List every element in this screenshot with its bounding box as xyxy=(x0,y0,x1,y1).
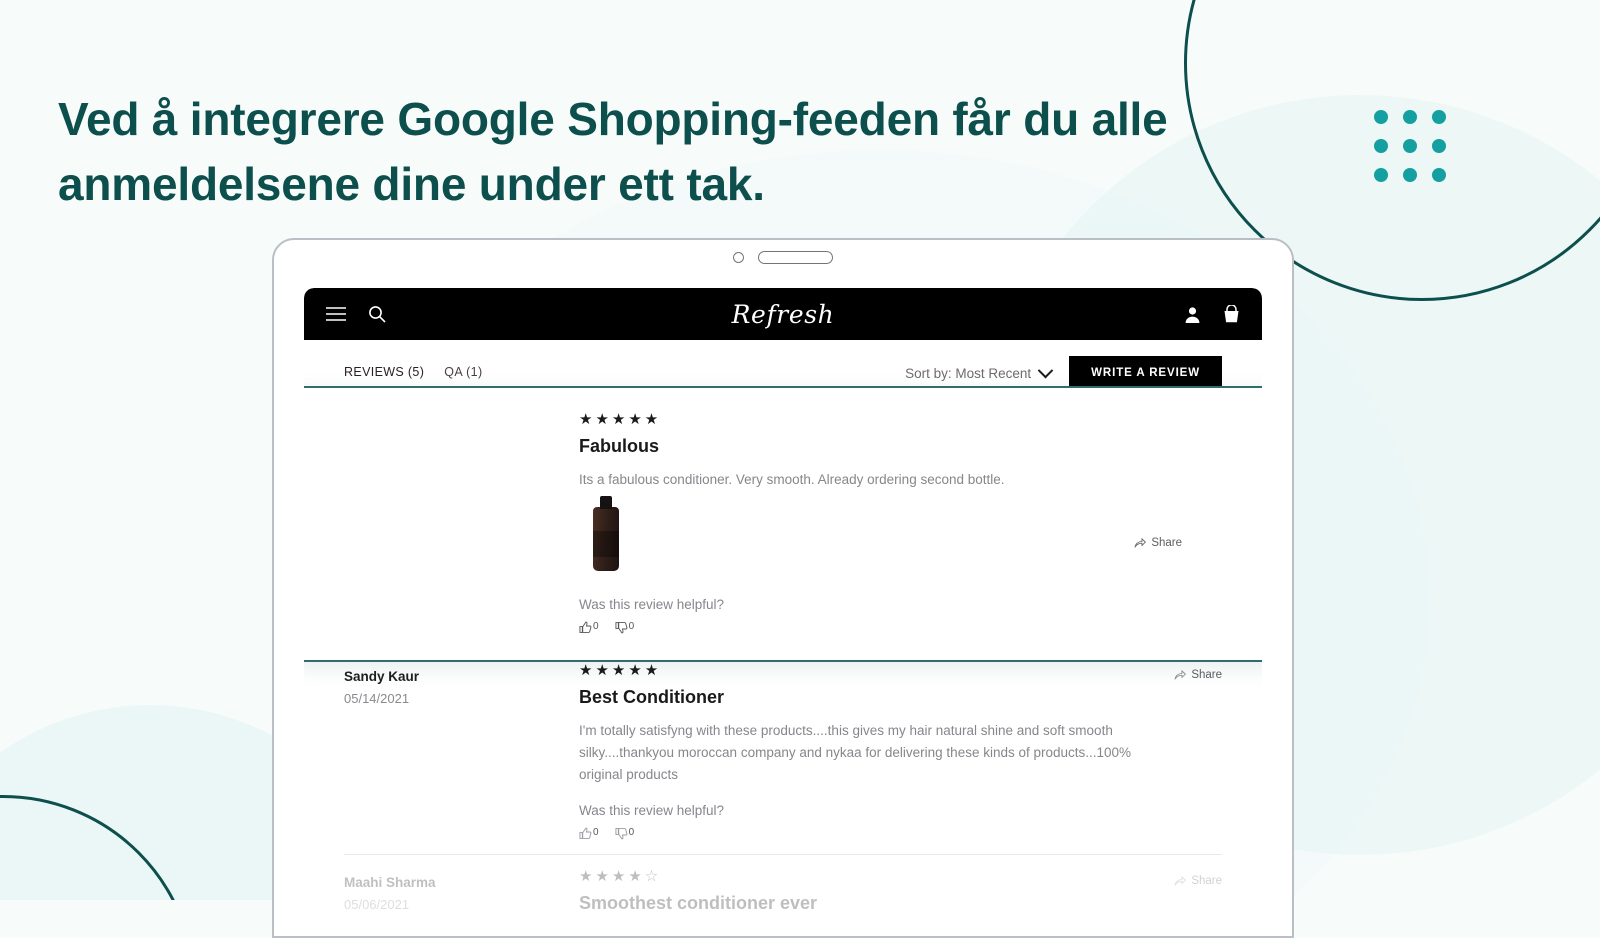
thumbs-down-count: 0 xyxy=(628,827,635,839)
thumbs-down-count: 0 xyxy=(628,620,635,632)
speaker-grille-icon xyxy=(758,250,833,264)
review-item: Maahi Sharma 05/06/2021 ★★★★☆ Smoothest … xyxy=(304,855,1262,928)
chevron-down-icon xyxy=(1037,362,1054,378)
share-arrow-icon xyxy=(1174,876,1187,886)
thumbs-up-count: 0 xyxy=(593,620,599,632)
share-label: Share xyxy=(1191,668,1222,681)
star-rating: ★★★★★ xyxy=(579,411,662,428)
share-label: Share xyxy=(1151,536,1182,549)
review-body: ★★★★★ Fabulous Its a fabulous conditione… xyxy=(579,412,1174,634)
page-headline: Ved å integrere Google Shopping-feeden f… xyxy=(58,92,1168,211)
star-rating: ★★★★☆ xyxy=(579,868,662,886)
review-photo[interactable] xyxy=(579,495,635,579)
reviewer-meta: Sandy Kaur 05/14/2021 xyxy=(344,663,579,841)
share-arrow-icon xyxy=(1134,537,1147,548)
dot-grid-decoration xyxy=(1374,110,1446,182)
thumbs-up-button[interactable]: 0 xyxy=(579,621,599,634)
share-arrow-icon xyxy=(1174,669,1187,680)
reviewer-name: Maahi Sharma xyxy=(344,875,436,891)
tab-qa[interactable]: QA (1) xyxy=(444,365,482,390)
sort-by-dropdown[interactable]: Sort by: Most Recent xyxy=(905,362,1054,381)
reviewer-meta: Medha 03/24/2022 xyxy=(344,412,579,634)
star-rating: ★★★★★ xyxy=(579,661,662,679)
reviews-list: Medha 03/24/2022 ★★★★★ Fabulous Its a fa… xyxy=(304,386,1262,928)
review-tabs: REVIEWS (5) QA (1) xyxy=(344,365,482,390)
laptop-screen: Refresh REVIEWS (5) QA (1) Sort by: Most… xyxy=(304,288,1262,936)
reviewer-name: Sandy Kaur xyxy=(344,668,420,684)
helpful-prompt: Was this review helpful? xyxy=(579,596,725,612)
share-button[interactable]: Share xyxy=(1174,875,1222,887)
webcam-icon xyxy=(733,251,744,263)
review-text: I'm totally satisfyng with these product… xyxy=(579,722,1132,782)
thumbs-up-count: 0 xyxy=(593,827,599,839)
sort-by-label: Sort by: Most Recent xyxy=(905,365,1032,381)
review-body: ★★★★★ Best Conditioner I'm totally satis… xyxy=(579,663,1222,841)
reviewer-meta: Maahi Sharma 05/06/2021 xyxy=(344,869,579,914)
site-header: Refresh xyxy=(304,288,1262,340)
outline-circle-bottom-left xyxy=(0,795,196,900)
thumbs-down-button[interactable]: 0 xyxy=(615,620,635,634)
vote-controls: 0 0 xyxy=(579,827,1222,840)
thumbs-up-button[interactable]: 0 xyxy=(579,827,599,840)
write-a-review-button[interactable]: WRITE A REVIEW xyxy=(1069,356,1222,390)
share-button[interactable]: Share xyxy=(1134,432,1182,654)
review-title: Best Conditioner xyxy=(579,686,725,707)
user-icon[interactable] xyxy=(1184,306,1201,323)
product-bottle-image xyxy=(593,495,619,571)
tab-reviews[interactable]: REVIEWS (5) xyxy=(344,365,425,390)
site-logo[interactable]: Refresh xyxy=(304,300,1262,329)
thumbs-down-button[interactable]: 0 xyxy=(615,827,635,840)
reviews-toolbar: REVIEWS (5) QA (1) Sort by: Most Recent … xyxy=(304,340,1262,398)
review-date: 05/14/2021 xyxy=(344,690,410,706)
vote-controls: 0 0 xyxy=(579,621,1174,634)
review-body: ★★★★☆ Smoothest conditioner ever xyxy=(579,869,1222,914)
reviewer-name: Medha xyxy=(344,418,387,433)
hamburger-icon[interactable] xyxy=(326,307,346,321)
review-text: Its a fabulous conditioner. Very smooth.… xyxy=(579,472,1005,487)
review-item: Medha 03/24/2022 ★★★★★ Fabulous Its a fa… xyxy=(304,386,1262,662)
review-title: Smoothest conditioner ever xyxy=(579,893,818,914)
share-label: Share xyxy=(1191,875,1222,888)
laptop-mockup: Refresh REVIEWS (5) QA (1) Sort by: Most… xyxy=(272,238,1294,938)
laptop-bezel xyxy=(274,240,1292,274)
review-title: Fabulous xyxy=(579,436,659,456)
cart-icon[interactable] xyxy=(1223,305,1240,323)
helpful-prompt: Was this review helpful? xyxy=(579,803,725,819)
review-item: Sandy Kaur 05/14/2021 ★★★★★ Best Conditi… xyxy=(304,649,1262,855)
share-button[interactable]: Share xyxy=(1174,669,1222,681)
review-date: 03/24/2022 xyxy=(344,440,410,455)
search-icon[interactable] xyxy=(368,305,386,323)
